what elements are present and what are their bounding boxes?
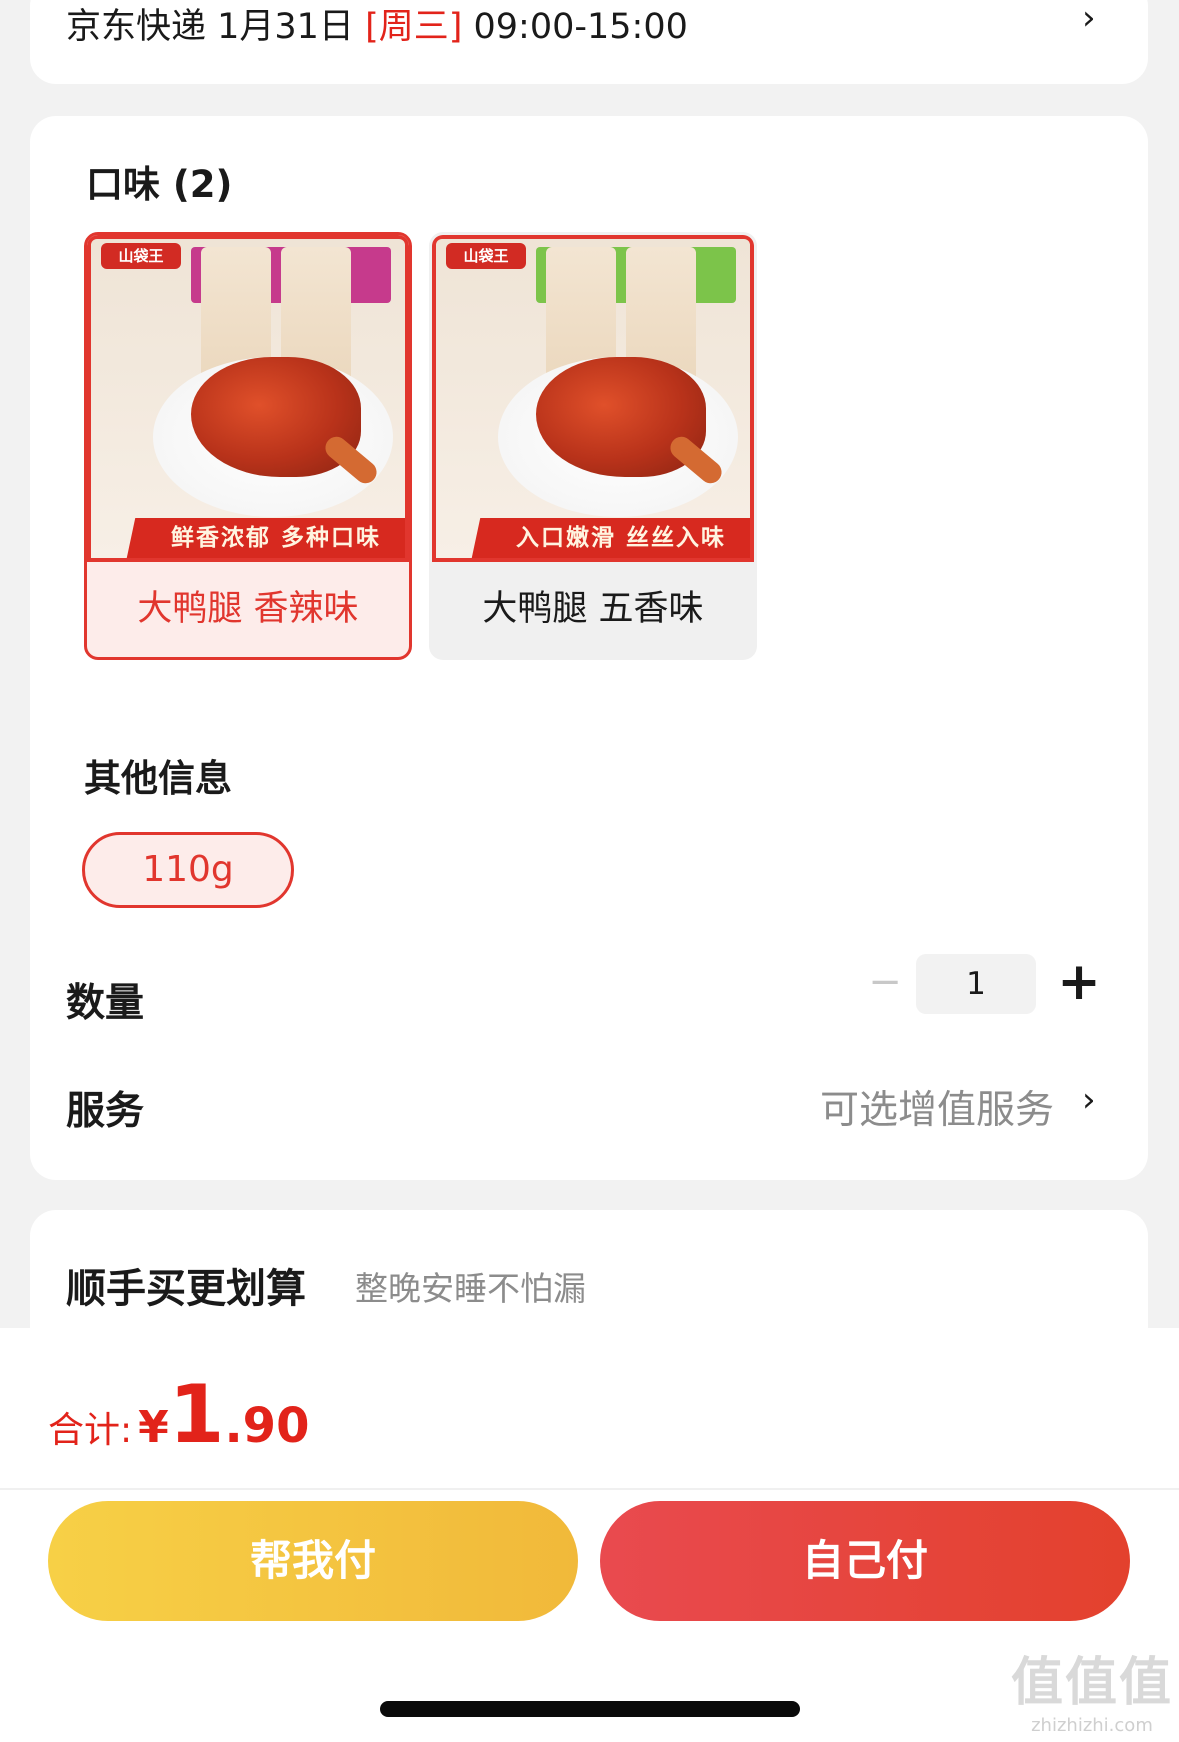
image-tagline-ribbon: 鲜香浓郁 多种口味 bbox=[126, 518, 405, 558]
quantity-value[interactable]: 1 bbox=[916, 954, 1036, 1014]
total-label: 合计: bbox=[48, 1410, 133, 1451]
flavor-label: 大鸭腿 五香味 bbox=[482, 589, 704, 629]
flavor-image-spicy: 山袋王 鲜香浓郁 多种口味 bbox=[87, 235, 409, 562]
service-label: 服务 bbox=[66, 1089, 145, 1134]
bottom-checkout-bar: 合计: ¥1.90 帮我付 自己付 值值值 zhizhizhi.com bbox=[0, 1328, 1179, 1742]
delivery-card[interactable]: 京东快递 1月31日 [周三] 09:00-15:00 › bbox=[30, 0, 1148, 84]
flavor-image-five-spice: 山袋王 入口嫩滑 丝丝入味 bbox=[432, 235, 754, 562]
currency-symbol: ¥ bbox=[138, 1402, 169, 1453]
delivery-info: 京东快递 1月31日 [周三] 09:00-15:00 bbox=[66, 0, 688, 49]
watermark-url: zhizhizhi.com bbox=[1031, 1715, 1153, 1736]
quantity-minus-button[interactable]: − bbox=[860, 962, 910, 1002]
quantity-label: 数量 bbox=[66, 981, 145, 1026]
product-options-card: 口味 (2) 山袋王 鲜香浓郁 多种口味 大鸭腿 香辣味 山袋王 入口嫩滑 丝丝… bbox=[30, 116, 1148, 1180]
weight-option-chip[interactable]: 110g bbox=[82, 832, 294, 908]
image-tagline: 鲜香浓郁 多种口味 bbox=[170, 525, 381, 551]
flavor-option-spicy[interactable]: 山袋王 鲜香浓郁 多种口味 大鸭腿 香辣味 bbox=[84, 232, 412, 660]
service-chevron-right-icon[interactable]: › bbox=[1082, 1080, 1096, 1120]
service-value[interactable]: 可选增值服务 bbox=[820, 1079, 1054, 1135]
watermark-logo: 值值值 bbox=[1010, 1653, 1173, 1713]
image-tagline-ribbon: 入口嫩滑 丝丝入味 bbox=[471, 518, 750, 558]
total-price: 合计: ¥1.90 bbox=[48, 1368, 309, 1461]
quantity-plus-button[interactable]: + bbox=[1054, 954, 1104, 1014]
price-decimal: .90 bbox=[224, 1398, 310, 1454]
other-info-title: 其他信息 bbox=[84, 757, 232, 800]
delivery-day: [周三] bbox=[365, 7, 463, 47]
flavor-option-five-spice[interactable]: 山袋王 入口嫩滑 丝丝入味 大鸭腿 五香味 bbox=[429, 232, 757, 660]
brand-logo: 山袋王 bbox=[446, 243, 526, 269]
watermark: 值值值 zhizhizhi.com bbox=[1011, 1640, 1173, 1736]
promo-title: 顺手买更划算 bbox=[66, 1266, 306, 1312]
flavor-section-title: 口味 (2) bbox=[86, 163, 233, 206]
self-pay-button[interactable]: 自己付 bbox=[600, 1501, 1130, 1621]
delivery-chevron-right-icon[interactable]: › bbox=[1082, 0, 1096, 38]
divider bbox=[0, 1488, 1179, 1490]
flavor-label: 大鸭腿 香辣味 bbox=[137, 589, 359, 629]
help-pay-button[interactable]: 帮我付 bbox=[48, 1501, 578, 1621]
price-integer: 1 bbox=[168, 1368, 225, 1461]
brand-logo: 山袋王 bbox=[101, 243, 181, 269]
delivery-prefix: 京东快递 1月31日 bbox=[66, 7, 366, 47]
image-tagline: 入口嫩滑 丝丝入味 bbox=[515, 525, 726, 551]
home-indicator[interactable] bbox=[380, 1701, 800, 1717]
promo-subtitle: 整晚安睡不怕漏 bbox=[355, 1269, 586, 1308]
delivery-time: 09:00-15:00 bbox=[462, 7, 688, 47]
